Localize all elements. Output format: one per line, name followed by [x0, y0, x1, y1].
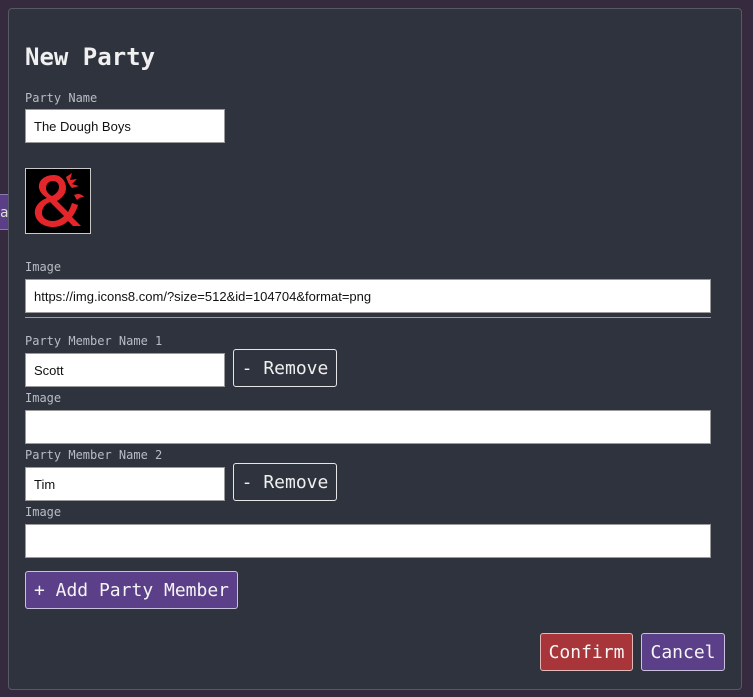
modal-title: New Party — [25, 43, 156, 71]
confirm-button[interactable]: Confirm — [540, 633, 633, 671]
member-2-name-label: Party Member Name 2 — [25, 448, 163, 462]
member-1-name-label: Party Member Name 1 — [25, 334, 163, 348]
party-name-input[interactable] — [25, 109, 225, 143]
cancel-button[interactable]: Cancel — [641, 633, 725, 671]
form-scroll-area[interactable]: Party Name Image Party Member Name 1 — [25, 91, 725, 612]
section-divider — [25, 317, 711, 318]
member-2-image-input[interactable] — [25, 524, 711, 558]
member-1-image-label: Image — [25, 391, 62, 405]
party-avatar-image — [25, 168, 91, 234]
member-2-remove-button[interactable]: - Remove — [233, 463, 337, 501]
add-party-member-button[interactable]: + Add Party Member — [25, 571, 238, 609]
party-image-url-input[interactable] — [25, 279, 711, 313]
dnd-logo-icon — [26, 169, 90, 233]
party-name-label: Party Name — [25, 91, 98, 105]
new-party-modal: New Party Party Name Image — [8, 8, 742, 690]
member-2-name-input[interactable] — [25, 467, 225, 501]
party-image-label: Image — [25, 260, 62, 274]
member-2-image-label: Image — [25, 505, 62, 519]
member-1-name-input[interactable] — [25, 353, 225, 387]
member-1-image-input[interactable] — [25, 410, 711, 444]
member-1-remove-button[interactable]: - Remove — [233, 349, 337, 387]
